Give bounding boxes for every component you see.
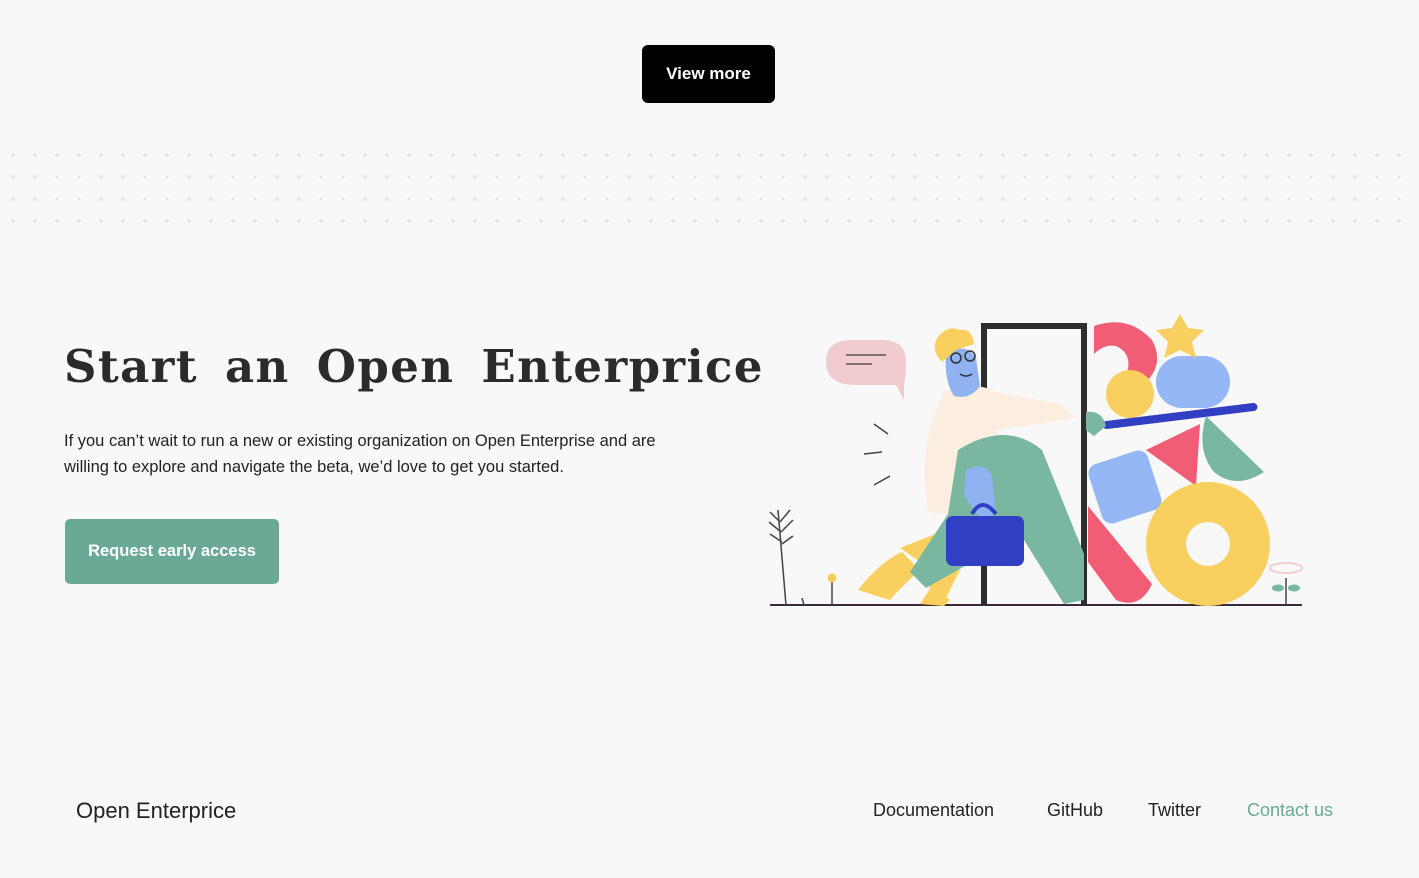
page-title: Start an Open Enterprice bbox=[64, 340, 764, 393]
footer-link-twitter[interactable]: Twitter bbox=[1148, 800, 1201, 821]
footer-brand[interactable]: Open Enterprice bbox=[76, 798, 236, 824]
speech-bubble bbox=[826, 340, 906, 400]
footer-link-github[interactable]: GitHub bbox=[1047, 800, 1103, 821]
plant-right bbox=[1269, 562, 1303, 605]
footer-link-documentation[interactable]: Documentation bbox=[873, 800, 994, 821]
geometric-shapes bbox=[1086, 314, 1270, 606]
view-more-button[interactable]: View more bbox=[642, 45, 775, 103]
request-early-access-button[interactable]: Request early access bbox=[65, 519, 279, 584]
hero-description: If you can’t wait to run a new or existi… bbox=[64, 432, 656, 476]
flower-left bbox=[827, 573, 837, 605]
motion-lines bbox=[863, 423, 891, 486]
dotted-divider bbox=[0, 140, 1419, 224]
plant-left bbox=[768, 509, 805, 606]
footer-link-contact[interactable]: Contact us bbox=[1247, 800, 1333, 821]
hero-illustration bbox=[768, 314, 1303, 606]
